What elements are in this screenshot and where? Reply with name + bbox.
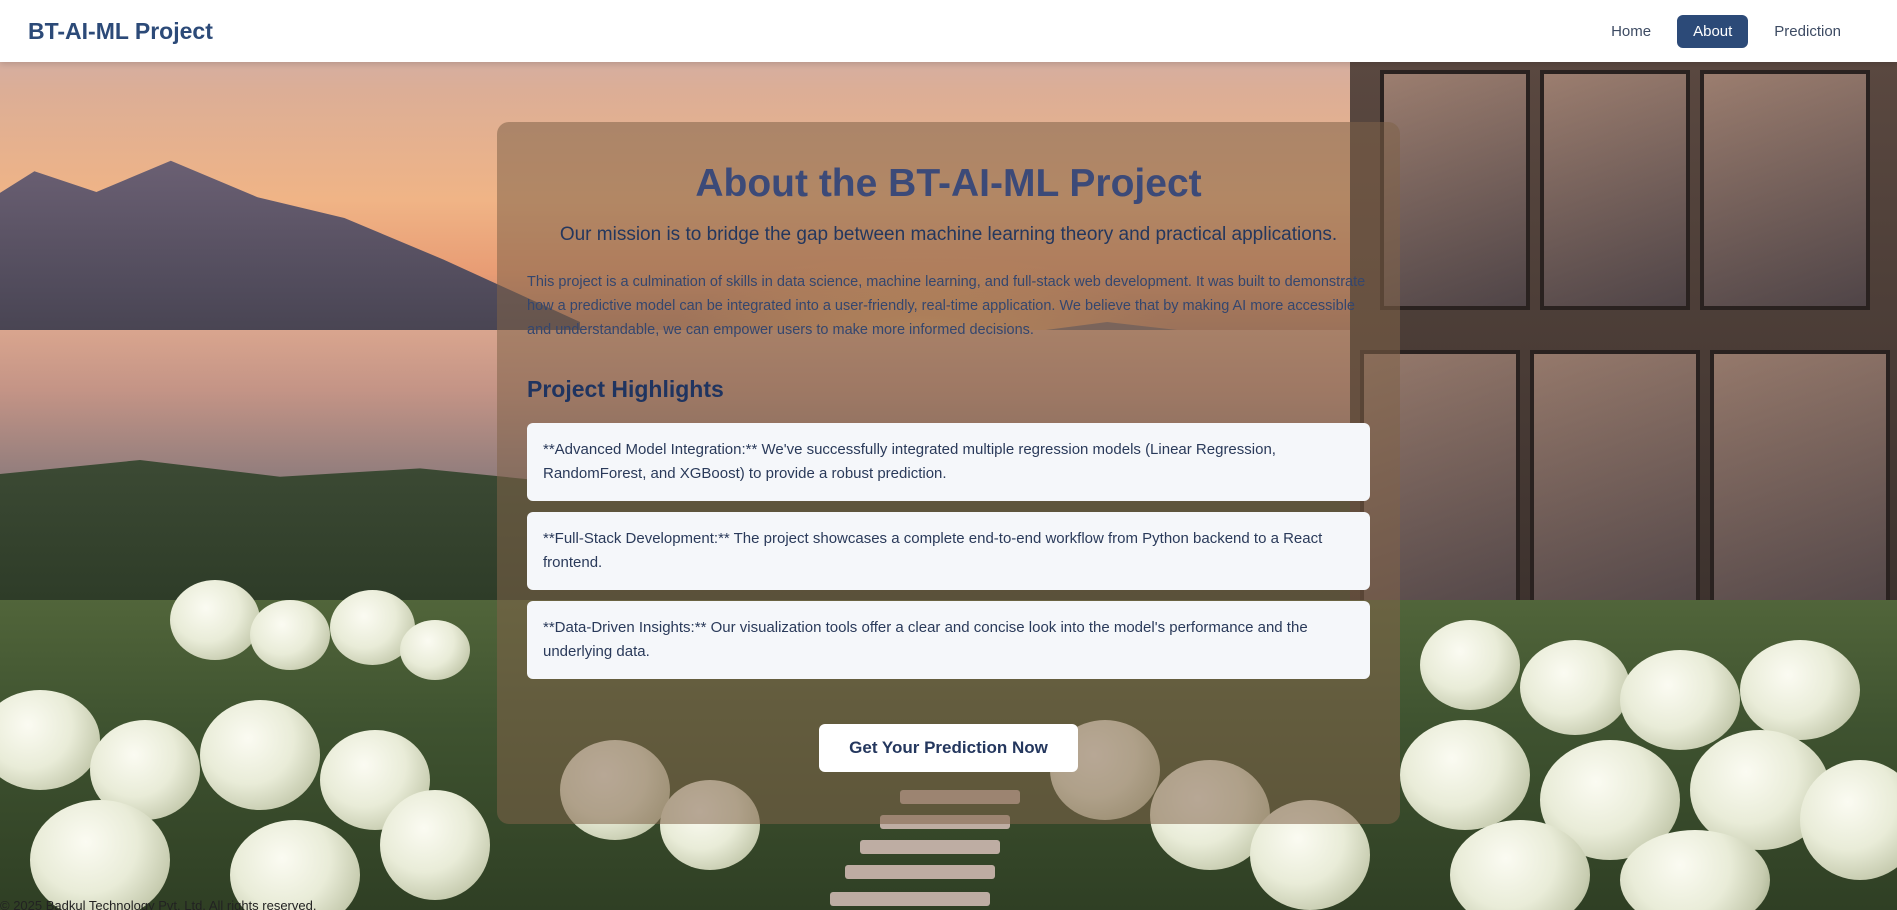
highlight-item-data-insights: **Data-Driven Insights:** Our visualizat… [527, 601, 1370, 679]
top-navbar: BT-AI-ML Project Home About Prediction [0, 0, 1897, 62]
page-title: About the BT-AI-ML Project [695, 162, 1202, 205]
project-description: This project is a culmination of skills … [527, 274, 1366, 338]
nav-link-home[interactable]: Home [1595, 15, 1667, 48]
highlight-item-full-stack: **Full-Stack Development:** The project … [527, 512, 1370, 590]
nav-links: Home About Prediction [1595, 14, 1857, 48]
highlights-heading: Project Highlights [527, 376, 724, 402]
about-card: About the BT-AI-ML Project Our mission i… [497, 122, 1400, 824]
nav-link-prediction[interactable]: Prediction [1758, 15, 1857, 48]
footer-copyright: © 2025 Badkul Technology Pvt. Ltd. All r… [0, 898, 317, 910]
cta-container: Get Your Prediction Now [527, 724, 1370, 772]
house-building [1350, 60, 1897, 660]
mission-statement: Our mission is to bridge the gap between… [559, 224, 1338, 245]
nav-link-about[interactable]: About [1677, 14, 1749, 48]
get-prediction-button[interactable]: Get Your Prediction Now [819, 724, 1078, 772]
highlights-list: **Advanced Model Integration:** We've su… [527, 423, 1370, 679]
brand-logo-text[interactable]: BT-AI-ML Project [28, 18, 213, 45]
highlight-item-model-integration: **Advanced Model Integration:** We've su… [527, 423, 1370, 501]
